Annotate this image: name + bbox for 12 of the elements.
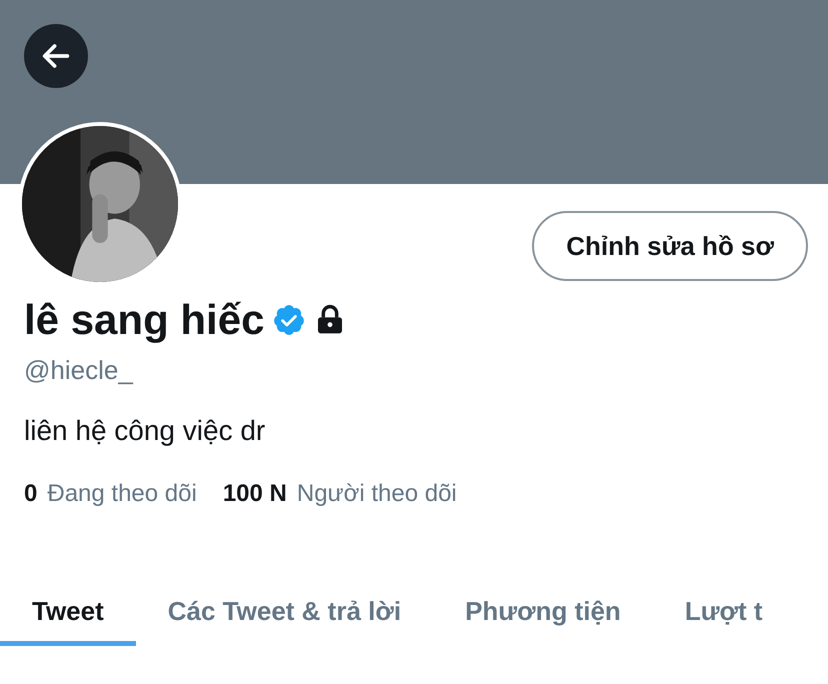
stat-label[interactable]: Đang theo dõi [47,476,197,512]
profile-handle: @hiecle_ [24,354,133,387]
stat-count: 0 [24,479,38,509]
profile-bio: liên hệ công việc dr [24,414,266,448]
profile-tab[interactable]: Lượt t [652,582,795,646]
profile-tab[interactable]: Các Tweet & trả lời [136,582,434,646]
profile-name: lê sang hiếc [24,299,264,341]
profile-tab[interactable]: Tweet [0,582,136,646]
edit-profile-button[interactable]: Chỉnh sửa hồ sơ [532,211,808,281]
stat-label[interactable]: Người theo dõi [296,476,457,512]
stat-count: 100 N [222,479,287,509]
profile-tab[interactable]: Phương tiện [433,582,653,646]
